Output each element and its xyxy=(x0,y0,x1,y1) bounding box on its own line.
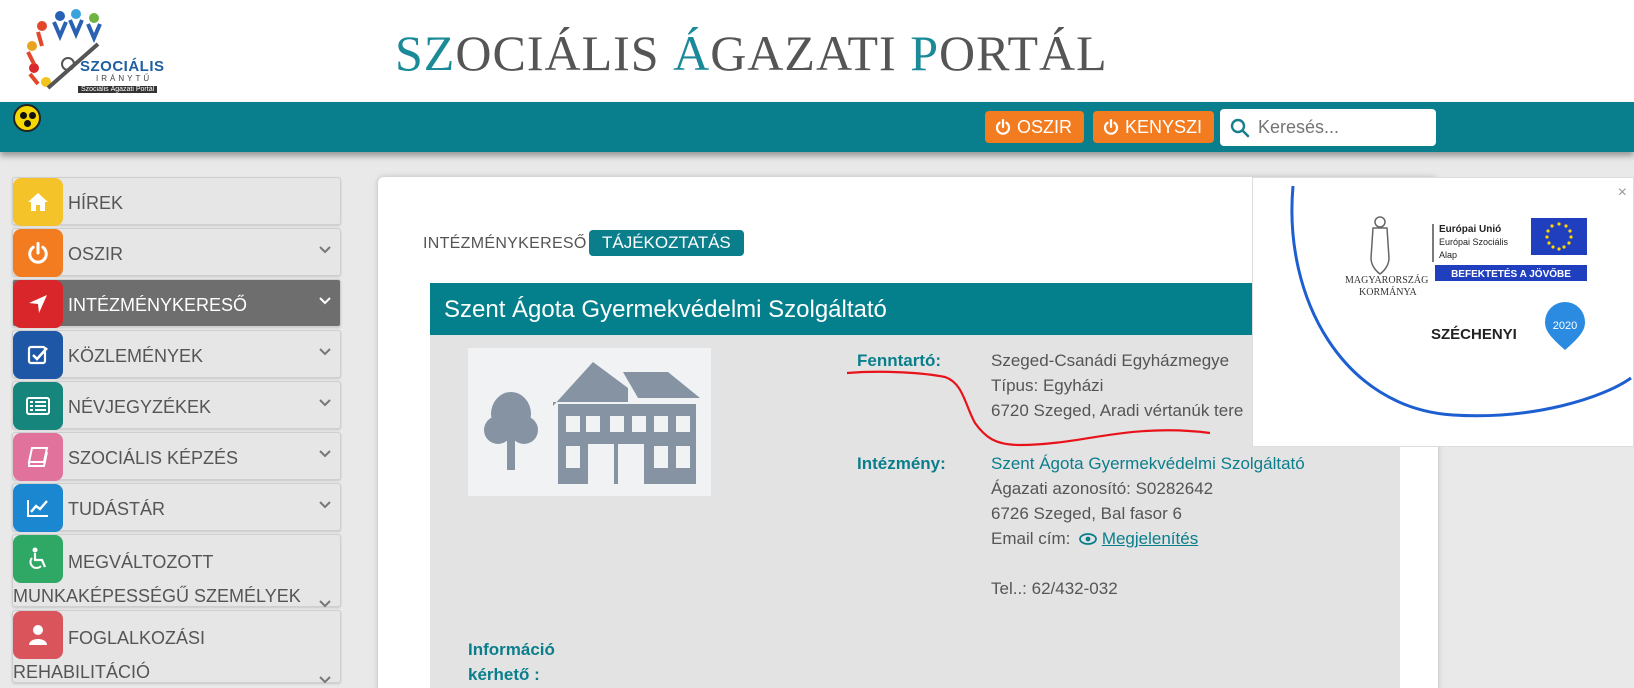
email-label: Email cím: xyxy=(991,529,1071,548)
eu-funding-banner: MAGYARORSZÁG KORMÁNYA Európai Unió Európ… xyxy=(1290,185,1632,418)
site-title-part: GAZATI xyxy=(710,25,911,81)
oszir-login-button[interactable]: OSZIR xyxy=(985,111,1085,143)
institution-address: 6726 Szeged, Bal fasor 6 xyxy=(991,504,1182,523)
site-title-part: P xyxy=(910,25,940,81)
chart-line-icon xyxy=(13,484,63,532)
eu-line1: Európai Unió xyxy=(1439,224,1501,235)
low-vision-icon[interactable] xyxy=(13,104,41,132)
sidebar-item-label: TUDÁSTÁR xyxy=(68,499,166,519)
sidebar-item-label-line2: MUNKAKÉPESSÉGŰ SZEMÉLYEK xyxy=(13,586,301,606)
logo-text-sub: IRÁNYTŰ xyxy=(96,74,153,83)
gov-line1: MAGYARORSZÁG xyxy=(1345,274,1428,286)
book-icon xyxy=(13,433,63,481)
chevron-down-icon[interactable] xyxy=(318,242,332,260)
sidebar-item[interactable]: HÍREK xyxy=(12,177,341,226)
close-icon[interactable]: × xyxy=(1618,184,1627,202)
chevron-down-icon[interactable] xyxy=(318,672,332,688)
institution-placeholder-image xyxy=(468,348,711,496)
logo-text-tagline: Szociális Ágazati Portál xyxy=(78,86,158,93)
eu-funding-popup: × MAGYARORSZÁG KORMÁNYA Európai Unió Eur… xyxy=(1252,177,1634,447)
sidebar-item-label: HÍREK xyxy=(68,193,124,213)
list-icon xyxy=(13,382,63,430)
sidebar-item-label: FOGLALKOZÁSI xyxy=(68,628,206,648)
eu-line3: Alap xyxy=(1439,250,1457,260)
invest-slogan: BEFEKTETÉS A JÖVŐBE xyxy=(1451,267,1571,280)
sidebar-item[interactable]: KÖZLEMÉNYEK xyxy=(12,330,341,379)
chevron-down-icon[interactable] xyxy=(318,395,332,413)
eye-icon xyxy=(1079,533,1097,545)
intezmeny-name-link[interactable]: Szent Ágota Gyermekvédelmi Szolgáltató xyxy=(991,454,1305,474)
power-icon xyxy=(1103,119,1119,135)
sidebar-item[interactable]: INTÉZMÉNYKERESŐ xyxy=(12,279,341,328)
checkbox-icon xyxy=(13,331,63,379)
power-icon xyxy=(13,229,63,277)
institution-phone: Tel..: 62/432-032 xyxy=(991,579,1118,598)
sidebar-item-label: NÉVJEGYZÉKEK xyxy=(68,397,212,417)
kenyszi-button-label: KENYSZI xyxy=(1125,116,1203,137)
red-annotation-scribble xyxy=(846,370,1211,447)
search-input[interactable] xyxy=(1258,117,1428,138)
sidebar-item-label-line2: REHABILITÁCIÓ xyxy=(13,662,151,682)
site-title-part: ORTÁL xyxy=(939,25,1108,81)
site-logo[interactable]: SZOCIÁLIS IRÁNYTŰ Szociális Ágazati Port… xyxy=(18,8,164,96)
szechenyi-year: 2020 xyxy=(1553,320,1577,332)
sidebar-item[interactable]: SZOCIÁLIS KÉPZÉS xyxy=(12,432,341,481)
hungarian-coat-of-arms-icon xyxy=(1370,216,1390,275)
site-header: SZOCIÁLIS IRÁNYTŰ Szociális Ágazati Port… xyxy=(0,0,1634,102)
sidebar-menu: HÍREK OSZIR INTÉZMÉNYKERESŐ KÖZLEMÉNYEK NÉVJ… xyxy=(12,177,341,686)
sidebar-item-label: KÖZLEMÉNYEK xyxy=(68,346,204,366)
site-title-part: Á xyxy=(673,25,711,81)
sidebar-item[interactable]: OSZIR xyxy=(12,228,341,277)
institution-title: Szent Ágota Gyermekvédelmi Szolgáltató xyxy=(444,296,887,323)
wheelchair-icon xyxy=(13,535,63,583)
site-title-part: OCIÁLIS xyxy=(455,25,674,81)
gov-line2: KORMÁNYA xyxy=(1359,286,1418,298)
search-box xyxy=(1220,109,1436,146)
sidebar-item[interactable]: MEGVÁLTOZOTT MUNKAKÉPESSÉGŰ SZEMÉLYEK xyxy=(12,534,341,608)
breadcrumb-intezmenykereso[interactable]: INTÉZMÉNYKERESŐ xyxy=(423,235,587,253)
eu-line2: Európai Szociális xyxy=(1439,237,1509,247)
search-icon[interactable] xyxy=(1230,118,1250,138)
szechenyi-label: SZÉCHENYI xyxy=(1431,326,1517,343)
power-icon xyxy=(995,119,1011,135)
intezmeny-label: Intézmény: xyxy=(857,454,946,473)
sidebar-item[interactable]: NÉVJEGYZÉKEK xyxy=(12,381,341,430)
chevron-down-icon[interactable] xyxy=(318,497,332,515)
building-icon xyxy=(484,362,700,484)
chevron-down-icon[interactable] xyxy=(318,344,332,362)
sidebar-item-label: INTÉZMÉNYKERESŐ xyxy=(68,295,248,315)
sidebar-item-label: SZOCIÁLIS KÉPZÉS xyxy=(68,448,239,468)
sidebar-item-label: MEGVÁLTOZOTT xyxy=(68,552,214,572)
info-label-line1: Információ xyxy=(468,640,555,659)
chevron-down-icon[interactable] xyxy=(318,293,332,311)
sidebar-item-label: OSZIR xyxy=(68,244,124,264)
chevron-down-icon[interactable] xyxy=(318,446,332,464)
user-icon xyxy=(13,611,63,659)
email-show-link[interactable]: Megjelenítés xyxy=(1102,529,1198,548)
sidebar-item[interactable]: TUDÁSTÁR xyxy=(12,483,341,532)
sidebar-item[interactable]: FOGLALKOZÁSI REHABILITÁCIÓ xyxy=(12,610,341,684)
kenyszi-login-button[interactable]: KENYSZI xyxy=(1093,111,1215,143)
logo-text-main: SZOCIÁLIS xyxy=(80,58,165,75)
info-label-line2: kérhető : xyxy=(468,665,540,684)
site-title-part: SZ xyxy=(395,25,456,81)
location-arrow-icon xyxy=(13,280,63,328)
agazati-id: Ágazati azonosító: S0282642 xyxy=(991,479,1214,498)
home-icon xyxy=(13,178,63,226)
oszir-button-label: OSZIR xyxy=(1017,116,1073,137)
breadcrumb-tajekoztatas: TÁJÉKOZTATÁS xyxy=(589,230,744,256)
site-title: SZOCIÁLIS ÁGAZATI PORTÁL xyxy=(395,24,1108,82)
email-row: Email cím: Megjelenítés xyxy=(991,529,1198,549)
